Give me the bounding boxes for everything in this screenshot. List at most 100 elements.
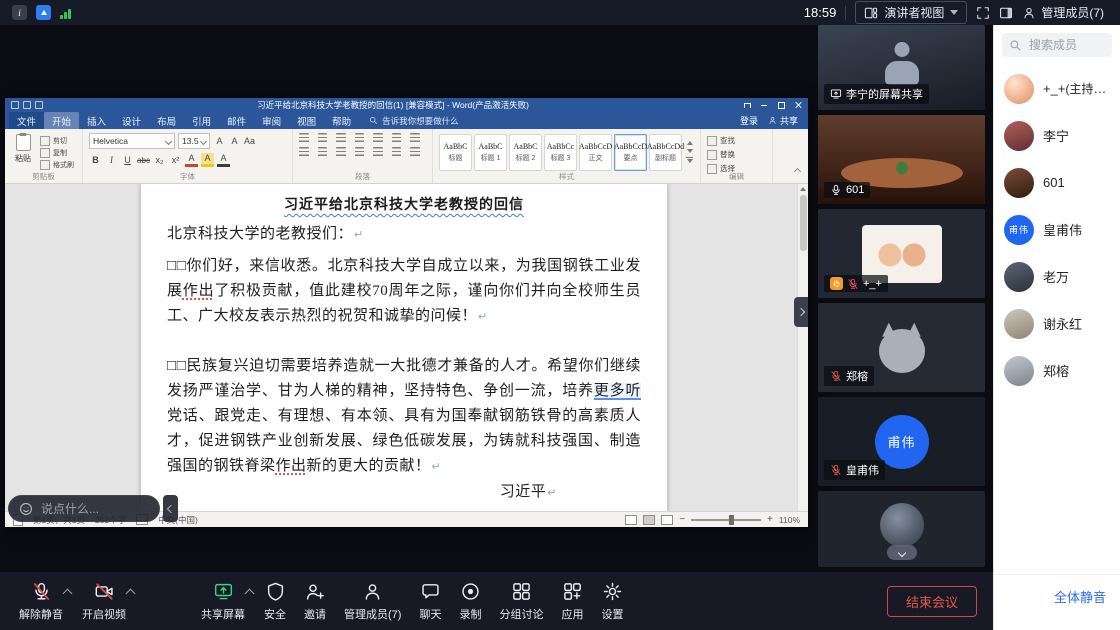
unmute-button[interactable]: 解除静音 bbox=[10, 572, 72, 630]
show-marks-icon[interactable] bbox=[410, 133, 420, 143]
collapse-ribbon-chevron[interactable] bbox=[795, 161, 800, 179]
video-options-chevron[interactable] bbox=[127, 584, 134, 602]
bullet-list-icon[interactable] bbox=[299, 133, 309, 143]
font-format-button[interactable]: A bbox=[185, 153, 198, 167]
quick-access-toolbar[interactable] bbox=[11, 101, 43, 109]
tell-me-search[interactable]: 告诉我你想要做什么 bbox=[369, 115, 459, 127]
zoom-slider[interactable] bbox=[691, 519, 761, 521]
participant-row[interactable]: 甫伟 皇甫伟 bbox=[994, 206, 1120, 253]
zoom-out-button[interactable]: − bbox=[679, 514, 685, 525]
member-search-input[interactable] bbox=[1027, 37, 1101, 53]
font-format-button[interactable]: A bbox=[217, 153, 230, 167]
font-format-button[interactable]: x₂ bbox=[153, 155, 166, 166]
document-area[interactable]: 习近平给北京科技大学老教授的回信 北京科技大学的老教授们：↵ □□你们好，来信收… bbox=[5, 184, 808, 511]
clipboard-mini-button[interactable]: 格式刷 bbox=[40, 160, 74, 170]
ribbon-options-icon[interactable] bbox=[743, 101, 751, 109]
ribbon-tab[interactable]: 文件 bbox=[9, 112, 44, 130]
zoom-slider-thumb[interactable] bbox=[729, 515, 734, 525]
participant-row[interactable]: 老万 bbox=[994, 253, 1120, 300]
mute-all-button[interactable]: 全体静音 bbox=[1054, 587, 1106, 630]
style-chip[interactable]: AaBbCcDd 副标题 bbox=[649, 134, 682, 171]
paste-button[interactable]: 粘贴 bbox=[11, 133, 35, 171]
word-titlebar[interactable]: 习近平给北京科技大学老教授的回信(1) [兼容模式] - Word(产品激活失败… bbox=[5, 98, 808, 112]
chat-input[interactable] bbox=[39, 501, 143, 517]
manage-members-button[interactable]: 管理成员(7) bbox=[335, 572, 410, 630]
ribbon-tab[interactable]: 设计 bbox=[114, 112, 149, 130]
video-thumbnail[interactable]: +_+ bbox=[818, 209, 985, 298]
close-icon[interactable] bbox=[794, 101, 802, 109]
apps-button[interactable]: 应用 bbox=[552, 572, 592, 630]
web-layout-icon[interactable] bbox=[661, 515, 673, 525]
document-page[interactable]: 习近平给北京科技大学老教授的回信 北京科技大学的老教授们：↵ □□你们好，来信收… bbox=[141, 184, 667, 511]
share-button[interactable]: 共享 bbox=[768, 114, 798, 127]
shading-icon[interactable] bbox=[392, 147, 402, 157]
fullscreen-button[interactable] bbox=[976, 6, 990, 20]
line-spacing-icon[interactable] bbox=[373, 147, 383, 157]
font-format-button[interactable]: B bbox=[89, 155, 102, 166]
style-chip[interactable]: AaBbCc 标题 3 bbox=[544, 134, 577, 171]
sort-icon[interactable] bbox=[392, 133, 402, 143]
unmute-options-chevron[interactable] bbox=[64, 584, 71, 602]
increase-indent-icon[interactable] bbox=[373, 133, 383, 143]
document-scrollbar[interactable] bbox=[797, 184, 808, 511]
ribbon-tab[interactable]: 视图 bbox=[289, 112, 324, 130]
clipboard-mini-button[interactable]: 复制 bbox=[40, 148, 74, 158]
font-size-button[interactable]: Aa bbox=[243, 136, 256, 147]
collapse-thumbnails-button[interactable] bbox=[887, 545, 917, 560]
styles-gallery-more-icon[interactable] bbox=[686, 157, 693, 164]
security-button[interactable]: 安全 bbox=[255, 572, 295, 630]
styles-gallery-scroll[interactable] bbox=[686, 133, 693, 171]
style-chip[interactable]: AaBbC 标题 1 bbox=[474, 134, 507, 171]
ribbon-tab[interactable]: 开始 bbox=[44, 112, 79, 130]
ribbon-tab[interactable]: 插入 bbox=[79, 112, 114, 130]
ribbon-tab[interactable]: 审阅 bbox=[254, 112, 289, 130]
style-chip[interactable]: AaBbCcD 要点 bbox=[614, 134, 647, 171]
style-chip[interactable]: AaBbC 标题 2 bbox=[509, 134, 542, 171]
multilevel-list-icon[interactable] bbox=[336, 133, 346, 143]
start-video-button[interactable]: 开启视频 bbox=[73, 572, 135, 630]
borders-icon[interactable] bbox=[410, 147, 420, 157]
justify-icon[interactable] bbox=[355, 147, 365, 157]
toggle-panel-button[interactable] bbox=[999, 6, 1013, 20]
chat-collapse-button[interactable] bbox=[163, 495, 178, 522]
meeting-info-icon[interactable]: i bbox=[12, 5, 27, 20]
video-thumbnail[interactable]: 李宁的屏幕共享 bbox=[818, 25, 985, 110]
video-thumbnail[interactable]: 郑榕 bbox=[818, 303, 985, 392]
scrollbar-thumb[interactable] bbox=[800, 195, 807, 251]
align-right-icon[interactable] bbox=[336, 147, 346, 157]
read-mode-icon[interactable] bbox=[625, 515, 637, 525]
share-screen-button[interactable]: 共享屏幕 bbox=[192, 572, 254, 630]
clipboard-mini-button[interactable]: 剪切 bbox=[40, 136, 74, 146]
align-left-icon[interactable] bbox=[299, 147, 309, 157]
member-search[interactable] bbox=[1002, 33, 1112, 57]
video-thumbnail[interactable]: 601 bbox=[818, 115, 985, 204]
emoji-icon[interactable] bbox=[19, 502, 33, 516]
font-format-button[interactable]: U bbox=[121, 155, 134, 166]
end-meeting-button[interactable]: 结束会议 bbox=[887, 586, 977, 617]
font-format-button[interactable]: I bbox=[105, 155, 118, 166]
manage-members-indicator[interactable]: 管理成员(7) bbox=[1022, 4, 1108, 21]
video-thumbnail[interactable] bbox=[818, 491, 985, 567]
participant-row[interactable]: 郑榕 bbox=[994, 347, 1120, 394]
ribbon-tab[interactable]: 引用 bbox=[184, 112, 219, 130]
settings-button[interactable]: 设置 bbox=[592, 572, 632, 630]
scroll-up-icon[interactable] bbox=[800, 187, 806, 191]
share-options-chevron[interactable] bbox=[246, 584, 253, 602]
print-layout-icon[interactable] bbox=[643, 515, 655, 525]
zoom-in-button[interactable]: + bbox=[767, 514, 773, 525]
ribbon-tab[interactable]: 帮助 bbox=[324, 112, 359, 130]
chat-button[interactable]: 聊天 bbox=[410, 572, 450, 630]
font-format-button[interactable]: abc bbox=[137, 155, 150, 166]
record-button[interactable]: 录制 bbox=[450, 572, 490, 630]
breakout-rooms-button[interactable]: 分组讨论 bbox=[490, 572, 552, 630]
font-size-select[interactable]: 13.5 bbox=[178, 133, 210, 149]
decrease-indent-icon[interactable] bbox=[355, 133, 365, 143]
zoom-level[interactable]: 110% bbox=[779, 515, 800, 525]
font-name-select[interactable]: Helvetica bbox=[89, 133, 175, 149]
collapse-videos-button[interactable] bbox=[794, 297, 808, 327]
font-format-button[interactable]: x² bbox=[169, 155, 182, 166]
editing-button[interactable]: 查找 bbox=[707, 135, 735, 146]
ribbon-tab[interactable]: 邮件 bbox=[219, 112, 254, 130]
invite-button[interactable]: 邀请 bbox=[295, 572, 335, 630]
participant-row[interactable]: 谢永红 bbox=[994, 300, 1120, 347]
